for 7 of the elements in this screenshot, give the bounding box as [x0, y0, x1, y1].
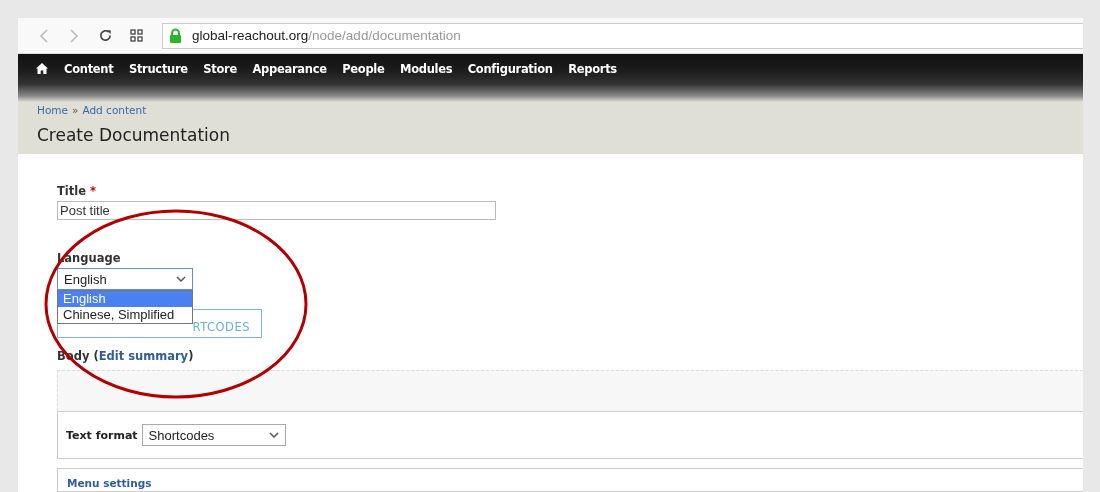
url-host: global-reachout.org: [192, 28, 309, 43]
page-title: Create Documentation: [37, 125, 231, 145]
url-path: /node/add/documentation: [308, 28, 461, 43]
required-mark: *: [90, 184, 97, 198]
field-label: Title: [57, 184, 87, 198]
breadcrumb-separator: »: [72, 104, 79, 116]
text-format-label: Text format: [66, 428, 138, 442]
